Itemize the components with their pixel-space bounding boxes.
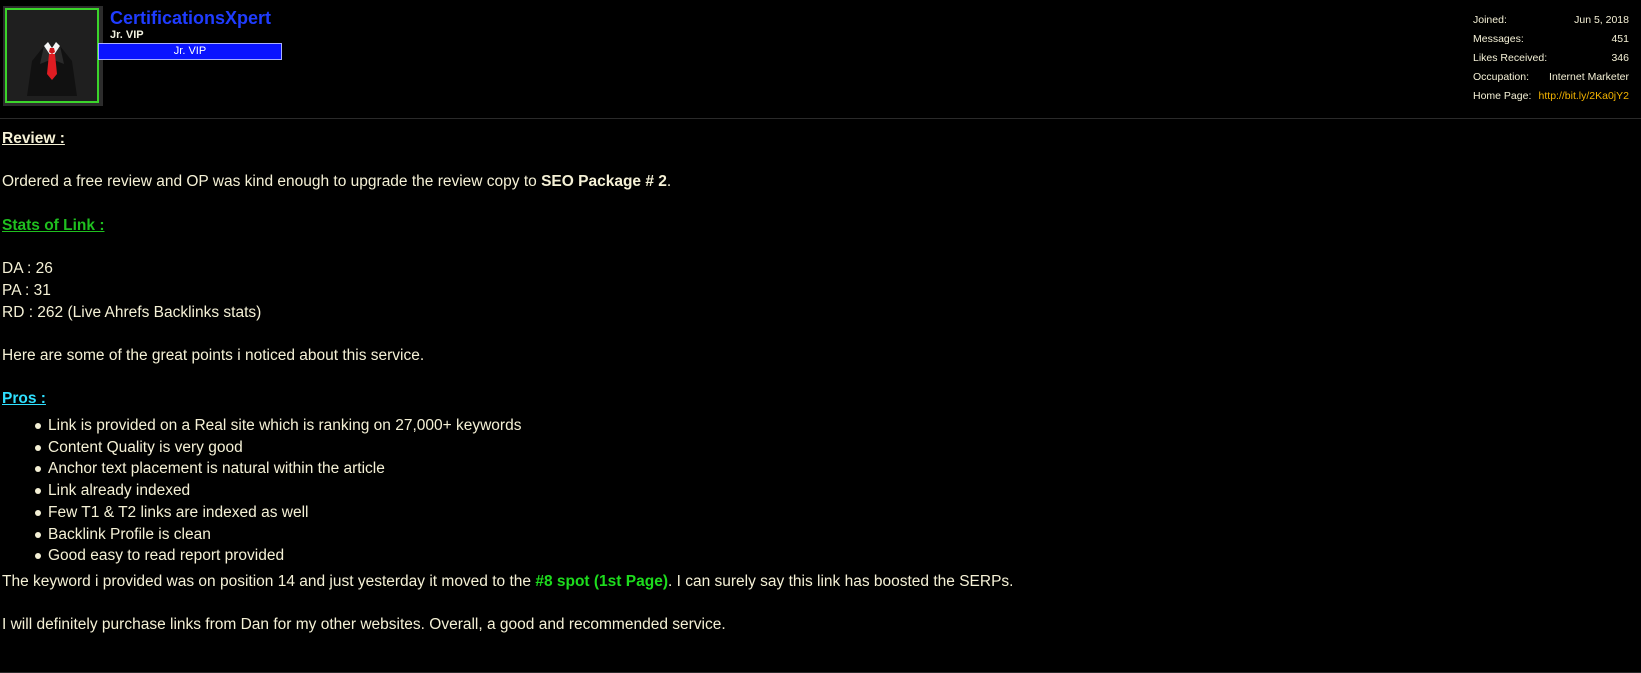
keyword-end: . I can surely say this link has boosted… xyxy=(667,572,1014,590)
stat-occupation: Occupation: Internet Marketer xyxy=(1473,70,1629,89)
stat-value: 346 xyxy=(1611,52,1629,64)
stat-messages: Messages: 451 xyxy=(1473,32,1629,51)
stat-pa: PA : 31 xyxy=(2,281,51,299)
stat-value[interactable]: 451 xyxy=(1611,32,1629,51)
homepage-link[interactable]: http://bit.ly/2Ka0jY2 xyxy=(1539,89,1629,108)
list-item: Content Quality is very good xyxy=(35,437,1622,459)
stat-value: Jun 5, 2018 xyxy=(1574,14,1629,26)
list-item: Anchor text placement is natural within … xyxy=(35,458,1622,480)
list-item: Link is provided on a Real site which is… xyxy=(35,415,1622,437)
avatar[interactable] xyxy=(5,8,99,103)
stat-joined: Joined: Jun 5, 2018 xyxy=(1473,13,1629,32)
stat-label: Likes Received: xyxy=(1473,52,1548,64)
stat-likes: Likes Received: 346 xyxy=(1473,51,1629,70)
package-name: SEO Package # 2 xyxy=(541,173,667,191)
list-item: Link already indexed xyxy=(35,480,1622,502)
username-link[interactable]: CertificationsXpert xyxy=(110,8,271,29)
keyword-highlight: #8 spot (1st Page) xyxy=(535,572,668,590)
post-header: CertificationsXpert Jr. VIP Jr. VIP Join… xyxy=(0,0,1641,119)
pros-heading: Pros : xyxy=(2,390,46,408)
stat-da: DA : 26 xyxy=(2,260,53,278)
points-intro: Here are some of the great points i noti… xyxy=(2,346,425,364)
intro-text: Ordered a free review and OP was kind en… xyxy=(2,173,542,191)
list-item: Backlink Profile is clean xyxy=(35,524,1622,546)
intro-end: . xyxy=(666,173,672,191)
stat-value: Internet Marketer xyxy=(1549,71,1629,83)
user-title: Jr. VIP xyxy=(110,29,144,41)
stat-homepage: Home Page: http://bit.ly/2Ka0jY2 xyxy=(1473,89,1629,108)
closing-paragraph: I will definitely purchase links from Da… xyxy=(2,616,726,634)
review-heading: Review : xyxy=(2,130,65,147)
keyword-text: The keyword i provided was on position 1… xyxy=(2,572,536,590)
user-banner: Jr. VIP xyxy=(98,43,282,60)
stat-label: Occupation: xyxy=(1473,71,1530,83)
post-body: Review : Ordered a free review and OP wa… xyxy=(2,128,1622,636)
stat-label: Joined: xyxy=(1473,14,1507,26)
stat-label: Messages: xyxy=(1473,33,1524,45)
pros-list: Link is provided on a Real site which is… xyxy=(2,415,1622,567)
keyword-paragraph: The keyword i provided was on position 1… xyxy=(2,571,1622,593)
stat-rd: RD : 262 (Live Ahrefs Backlinks stats) xyxy=(2,303,262,321)
suit-tie-avatar-icon xyxy=(22,15,82,96)
intro-paragraph: Ordered a free review and OP was kind en… xyxy=(2,171,1622,193)
list-item: Few T1 & T2 links are indexed as well xyxy=(35,502,1622,524)
post-container: CertificationsXpert Jr. VIP Jr. VIP Join… xyxy=(0,0,1641,673)
stat-label: Home Page: xyxy=(1473,90,1532,102)
list-item: Good easy to read report provided xyxy=(35,545,1622,567)
user-stats: Joined: Jun 5, 2018 Messages: 451 Likes … xyxy=(1473,13,1629,108)
stats-heading: Stats of Link : xyxy=(2,216,105,234)
